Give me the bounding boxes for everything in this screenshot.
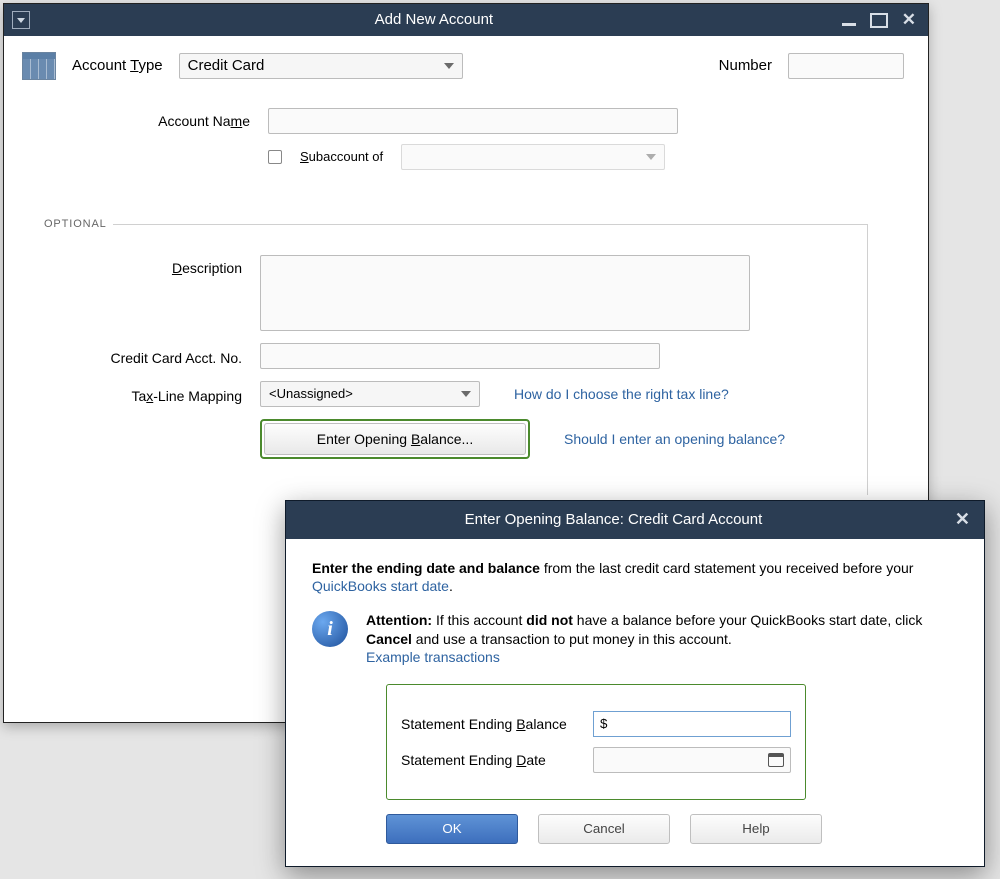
statement-balance-label: Statement Ending Balance <box>401 715 579 733</box>
account-type-combo[interactable]: Credit Card <box>179 53 463 79</box>
subaccount-checkbox[interactable] <box>268 150 282 164</box>
help-button[interactable]: Help <box>690 814 822 844</box>
dialog-intro: Enter the ending date and balance from t… <box>312 559 958 595</box>
ok-button[interactable]: OK <box>386 814 518 844</box>
chevron-down-icon <box>461 391 471 397</box>
maximize-button[interactable] <box>870 13 888 28</box>
statement-balance-field[interactable] <box>593 711 791 737</box>
dialog-close-button[interactable]: ✕ <box>941 508 984 531</box>
chevron-down-icon <box>444 63 454 69</box>
system-menu-icon[interactable] <box>12 11 30 29</box>
tax-line-help-link[interactable]: How do I choose the right tax line? <box>514 385 729 403</box>
chevron-down-icon <box>646 154 656 160</box>
account-type-label: Account Type <box>72 56 163 76</box>
quickbooks-start-date-link[interactable]: QuickBooks start date <box>312 578 449 594</box>
intro-end: . <box>449 578 453 594</box>
statement-highlight-box: Statement Ending Balance Statement Endin… <box>386 684 806 800</box>
subaccount-combo[interactable] <box>401 144 665 170</box>
optional-label: OPTIONAL <box>44 217 113 231</box>
number-field[interactable] <box>788 53 904 79</box>
minimize-button[interactable] <box>842 13 856 28</box>
dialog-titlebar: Enter Opening Balance: Credit Card Accou… <box>286 501 984 539</box>
cc-acct-no-field[interactable] <box>260 343 660 369</box>
account-name-label: Account Name <box>60 112 250 130</box>
opening-balance-help-link[interactable]: Should I enter an opening balance? <box>564 430 785 448</box>
window-title: Add New Account <box>38 10 830 30</box>
description-field[interactable] <box>260 255 750 331</box>
calendar-icon[interactable] <box>768 753 784 767</box>
subaccount-label: Subaccount of <box>300 149 383 166</box>
statement-date-label: Statement Ending Date <box>401 751 579 769</box>
titlebar: Add New Account ✕ <box>4 4 928 36</box>
tax-line-value: <Unassigned> <box>269 386 353 403</box>
number-label: Number <box>719 56 772 76</box>
cc-acct-no-label: Credit Card Acct. No. <box>66 345 242 367</box>
tax-line-combo[interactable]: <Unassigned> <box>260 381 480 407</box>
example-transactions-link[interactable]: Example transactions <box>366 649 500 665</box>
cancel-button[interactable]: Cancel <box>538 814 670 844</box>
opening-balance-highlight: Enter Opening Balance... <box>260 419 530 459</box>
intro-rest: from the last credit card statement you … <box>540 560 914 576</box>
enter-opening-balance-button[interactable]: Enter Opening Balance... <box>264 423 526 455</box>
account-icon <box>22 52 56 80</box>
statement-date-field[interactable] <box>593 747 791 773</box>
tax-line-label: Tax-Line Mapping <box>66 383 242 405</box>
intro-bold: Enter the ending date and balance <box>312 560 540 576</box>
close-button[interactable]: ✕ <box>902 13 916 28</box>
account-name-field[interactable] <box>268 108 678 134</box>
opening-balance-dialog: Enter Opening Balance: Credit Card Accou… <box>285 500 985 867</box>
attention-label: Attention: <box>366 612 432 628</box>
attention-text: Attention: If this account did not have … <box>366 611 958 666</box>
dialog-title: Enter Opening Balance: Credit Card Accou… <box>286 510 941 530</box>
description-label: Description <box>66 255 242 277</box>
account-type-value: Credit Card <box>188 56 265 76</box>
optional-group: OPTIONAL Description Credit Card Acct. N… <box>44 224 868 495</box>
info-icon: i <box>312 611 348 647</box>
